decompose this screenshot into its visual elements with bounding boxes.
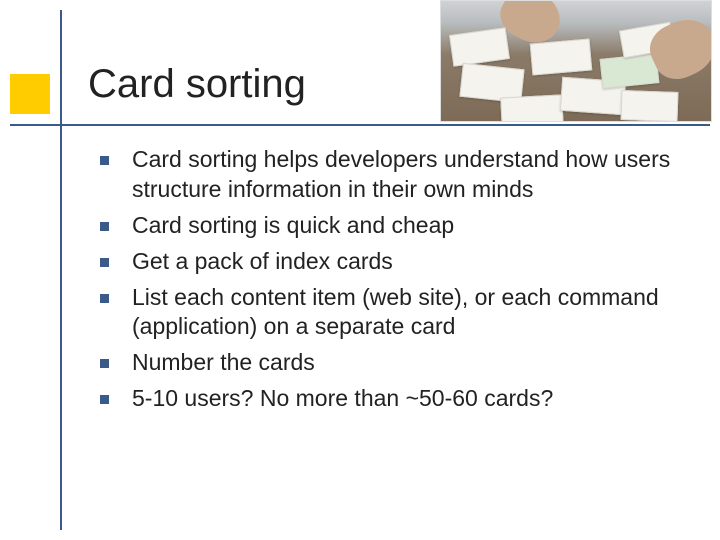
accent-square: [10, 74, 50, 114]
bullet-text: List each content item (web site), or ea…: [132, 284, 659, 340]
vertical-divider: [60, 10, 62, 530]
bullet-text: 5-10 users? No more than ~50-60 cards?: [132, 385, 553, 411]
list-item: Get a pack of index cards: [100, 247, 680, 277]
list-item: Card sorting is quick and cheap: [100, 211, 680, 241]
slide: Card sorting Card sorting helps develope…: [0, 0, 720, 540]
horizontal-divider: [10, 124, 710, 126]
list-item: Number the cards: [100, 348, 680, 378]
bullet-list: Card sorting helps developers understand…: [100, 145, 680, 414]
bullet-text: Card sorting is quick and cheap: [132, 212, 454, 238]
bullet-text: Get a pack of index cards: [132, 248, 393, 274]
bullet-list-container: Card sorting helps developers understand…: [100, 145, 680, 420]
card-sorting-image: [440, 0, 712, 122]
bullet-text: Card sorting helps developers understand…: [132, 146, 670, 202]
list-item: Card sorting helps developers understand…: [100, 145, 680, 205]
slide-title: Card sorting: [88, 62, 306, 107]
list-item: List each content item (web site), or ea…: [100, 283, 680, 343]
bullet-text: Number the cards: [132, 349, 315, 375]
list-item: 5-10 users? No more than ~50-60 cards?: [100, 384, 680, 414]
